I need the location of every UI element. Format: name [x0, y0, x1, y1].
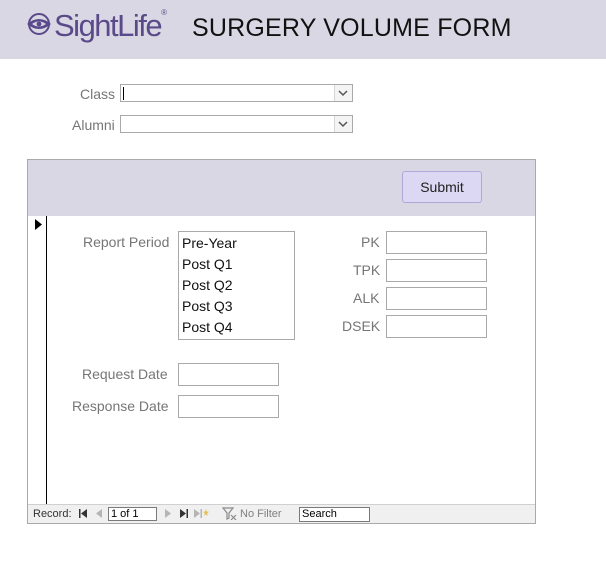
- request-date-label: Request Date: [82, 366, 168, 382]
- dsek-input[interactable]: [386, 315, 487, 338]
- last-record-icon[interactable]: [180, 509, 188, 518]
- search-input[interactable]: Search: [299, 507, 370, 522]
- record-label: Record:: [33, 508, 72, 520]
- chevron-down-icon: [338, 90, 348, 97]
- alk-label: ALK: [353, 290, 380, 306]
- list-item[interactable]: Post Q4: [179, 317, 294, 338]
- page-title: SURGERY VOLUME FORM: [192, 14, 512, 42]
- registered-mark: ®: [161, 8, 167, 17]
- logo-wordmark: SightLife®: [54, 8, 167, 43]
- report-period-label: Report Period: [83, 234, 170, 250]
- list-item[interactable]: Post Q2: [179, 275, 294, 296]
- alumni-label: Alumni: [72, 117, 115, 133]
- pk-input[interactable]: [386, 231, 487, 254]
- alumni-combobox[interactable]: [120, 115, 353, 133]
- text-cursor: [123, 87, 124, 100]
- tpk-input[interactable]: [386, 259, 487, 282]
- chevron-down-icon: [338, 121, 348, 128]
- pk-label: PK: [361, 234, 380, 250]
- first-record-icon[interactable]: [79, 509, 87, 518]
- alumni-dropdown-button[interactable]: [334, 116, 352, 132]
- tpk-label: TPK: [353, 262, 381, 278]
- filter-icon[interactable]: [222, 507, 237, 520]
- list-item[interactable]: Pre-Year: [179, 233, 294, 254]
- form-header: SightLife® SURGERY VOLUME FORM: [0, 0, 606, 59]
- list-item[interactable]: Post Q3: [179, 296, 294, 317]
- response-date-label: Response Date: [72, 398, 169, 414]
- alk-input[interactable]: [386, 287, 487, 310]
- class-combobox[interactable]: [120, 84, 353, 102]
- dsek-label: DSEK: [342, 318, 381, 334]
- current-record-field[interactable]: 1 of 1: [108, 507, 157, 521]
- response-date-input[interactable]: [178, 395, 279, 418]
- class-dropdown-button[interactable]: [334, 85, 352, 101]
- record-selector[interactable]: [28, 216, 47, 504]
- subform-header: Submit: [28, 160, 535, 216]
- previous-record-icon[interactable]: [96, 509, 102, 518]
- record-navigation-bar: Record: 1 of 1 No Filter Search: [28, 504, 535, 523]
- list-item[interactable]: Post Q1: [179, 254, 294, 275]
- current-record-arrow-icon: [35, 219, 42, 230]
- new-record-icon[interactable]: [194, 509, 209, 518]
- request-date-input[interactable]: [178, 363, 279, 386]
- class-label: Class: [80, 86, 116, 102]
- next-record-icon[interactable]: [165, 509, 171, 518]
- eye-logo-icon: [27, 13, 51, 35]
- surgery-subform: Submit Report Period Pre-Year Post Q1 Po…: [27, 159, 536, 524]
- report-period-listbox[interactable]: Pre-Year Post Q1 Post Q2 Post Q3 Post Q4: [178, 231, 295, 340]
- submit-button[interactable]: Submit: [402, 171, 482, 203]
- no-filter-toggle[interactable]: No Filter: [240, 508, 282, 520]
